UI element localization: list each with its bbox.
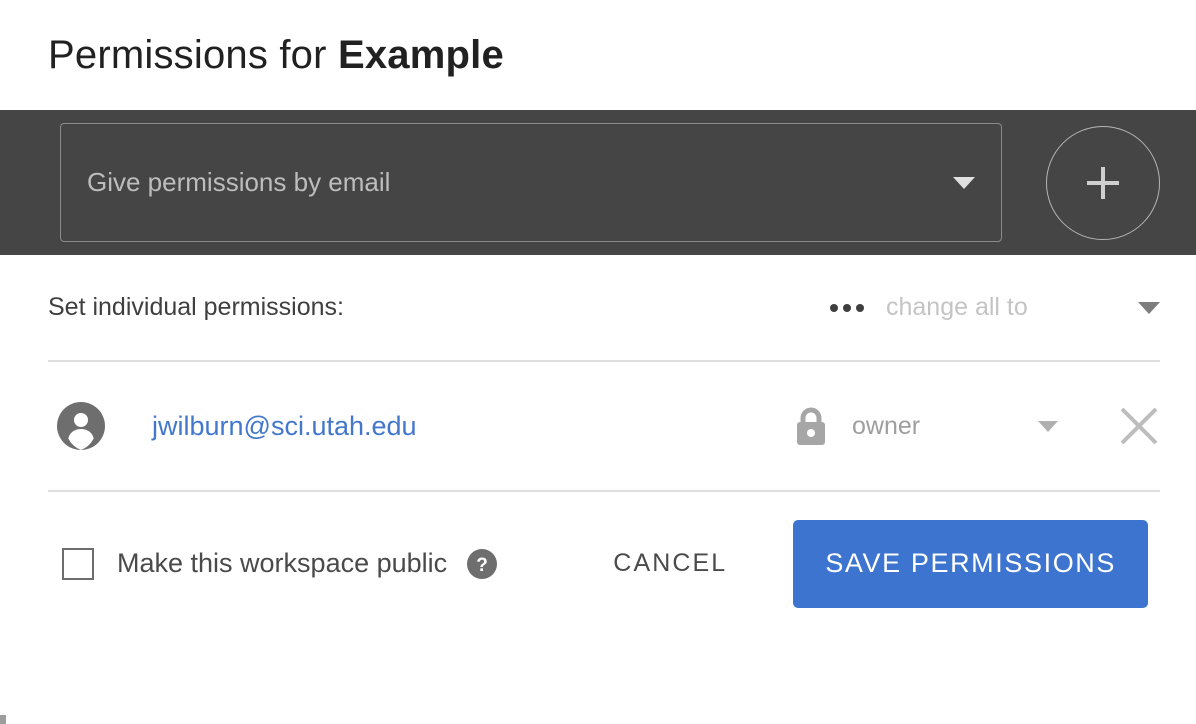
email-permission-input[interactable]: Give permissions by email [60, 123, 1002, 242]
user-role-controls: owner [792, 405, 1160, 447]
make-public-checkbox-group[interactable]: Make this workspace public ? [62, 547, 498, 580]
footer-actions-row: Make this workspace public ? CANCEL SAVE… [48, 492, 1160, 635]
add-permission-button[interactable] [1046, 125, 1160, 240]
user-avatar-icon [57, 402, 105, 450]
user-role-label: owner [852, 411, 921, 440]
make-public-checkbox[interactable] [62, 547, 94, 580]
user-email-link[interactable]: jwilburn@sci.utah.edu [152, 411, 417, 442]
invite-bar: Give permissions by email [0, 110, 1196, 255]
scroll-corner-artifact [0, 715, 6, 724]
permissions-content: Set individual permissions: change all t… [0, 255, 1196, 635]
user-role-chevron-down-icon[interactable] [1038, 420, 1058, 432]
dialog-buttons: CANCEL SAVE PERMISSIONS [599, 519, 1148, 608]
remove-user-close-icon[interactable] [1118, 405, 1160, 447]
cancel-button[interactable]: CANCEL [599, 539, 741, 588]
set-individual-permissions-row: Set individual permissions: change all t… [48, 255, 1160, 360]
make-public-label: Make this workspace public [117, 548, 448, 578]
change-all-chevron-down-icon[interactable] [1138, 301, 1160, 314]
table-row: jwilburn@sci.utah.edu owner [48, 362, 1160, 490]
set-individual-permissions-label: Set individual permissions: [48, 293, 344, 321]
dot-2 [843, 303, 851, 312]
dot-1 [830, 303, 838, 312]
svg-text:?: ? [476, 555, 488, 576]
page-title-subject: Example [337, 32, 504, 77]
help-circle-icon[interactable]: ? [467, 548, 498, 579]
page-title-prefix: Permissions for [48, 32, 338, 77]
lock-icon [797, 407, 825, 445]
save-permissions-button[interactable]: SAVE PERMISSIONS [793, 519, 1148, 608]
dot-3 [856, 303, 864, 312]
title-bar: Permissions for Example [0, 0, 1196, 110]
more-options-icon[interactable] [830, 303, 864, 312]
change-all-label[interactable]: change all to [886, 293, 1138, 322]
page-title: Permissions for Example [48, 33, 504, 78]
change-all-controls: change all to [830, 293, 1160, 322]
plus-icon-vertical [1101, 166, 1105, 199]
chevron-down-icon[interactable] [953, 176, 975, 189]
email-input-placeholder: Give permissions by email [87, 167, 391, 197]
